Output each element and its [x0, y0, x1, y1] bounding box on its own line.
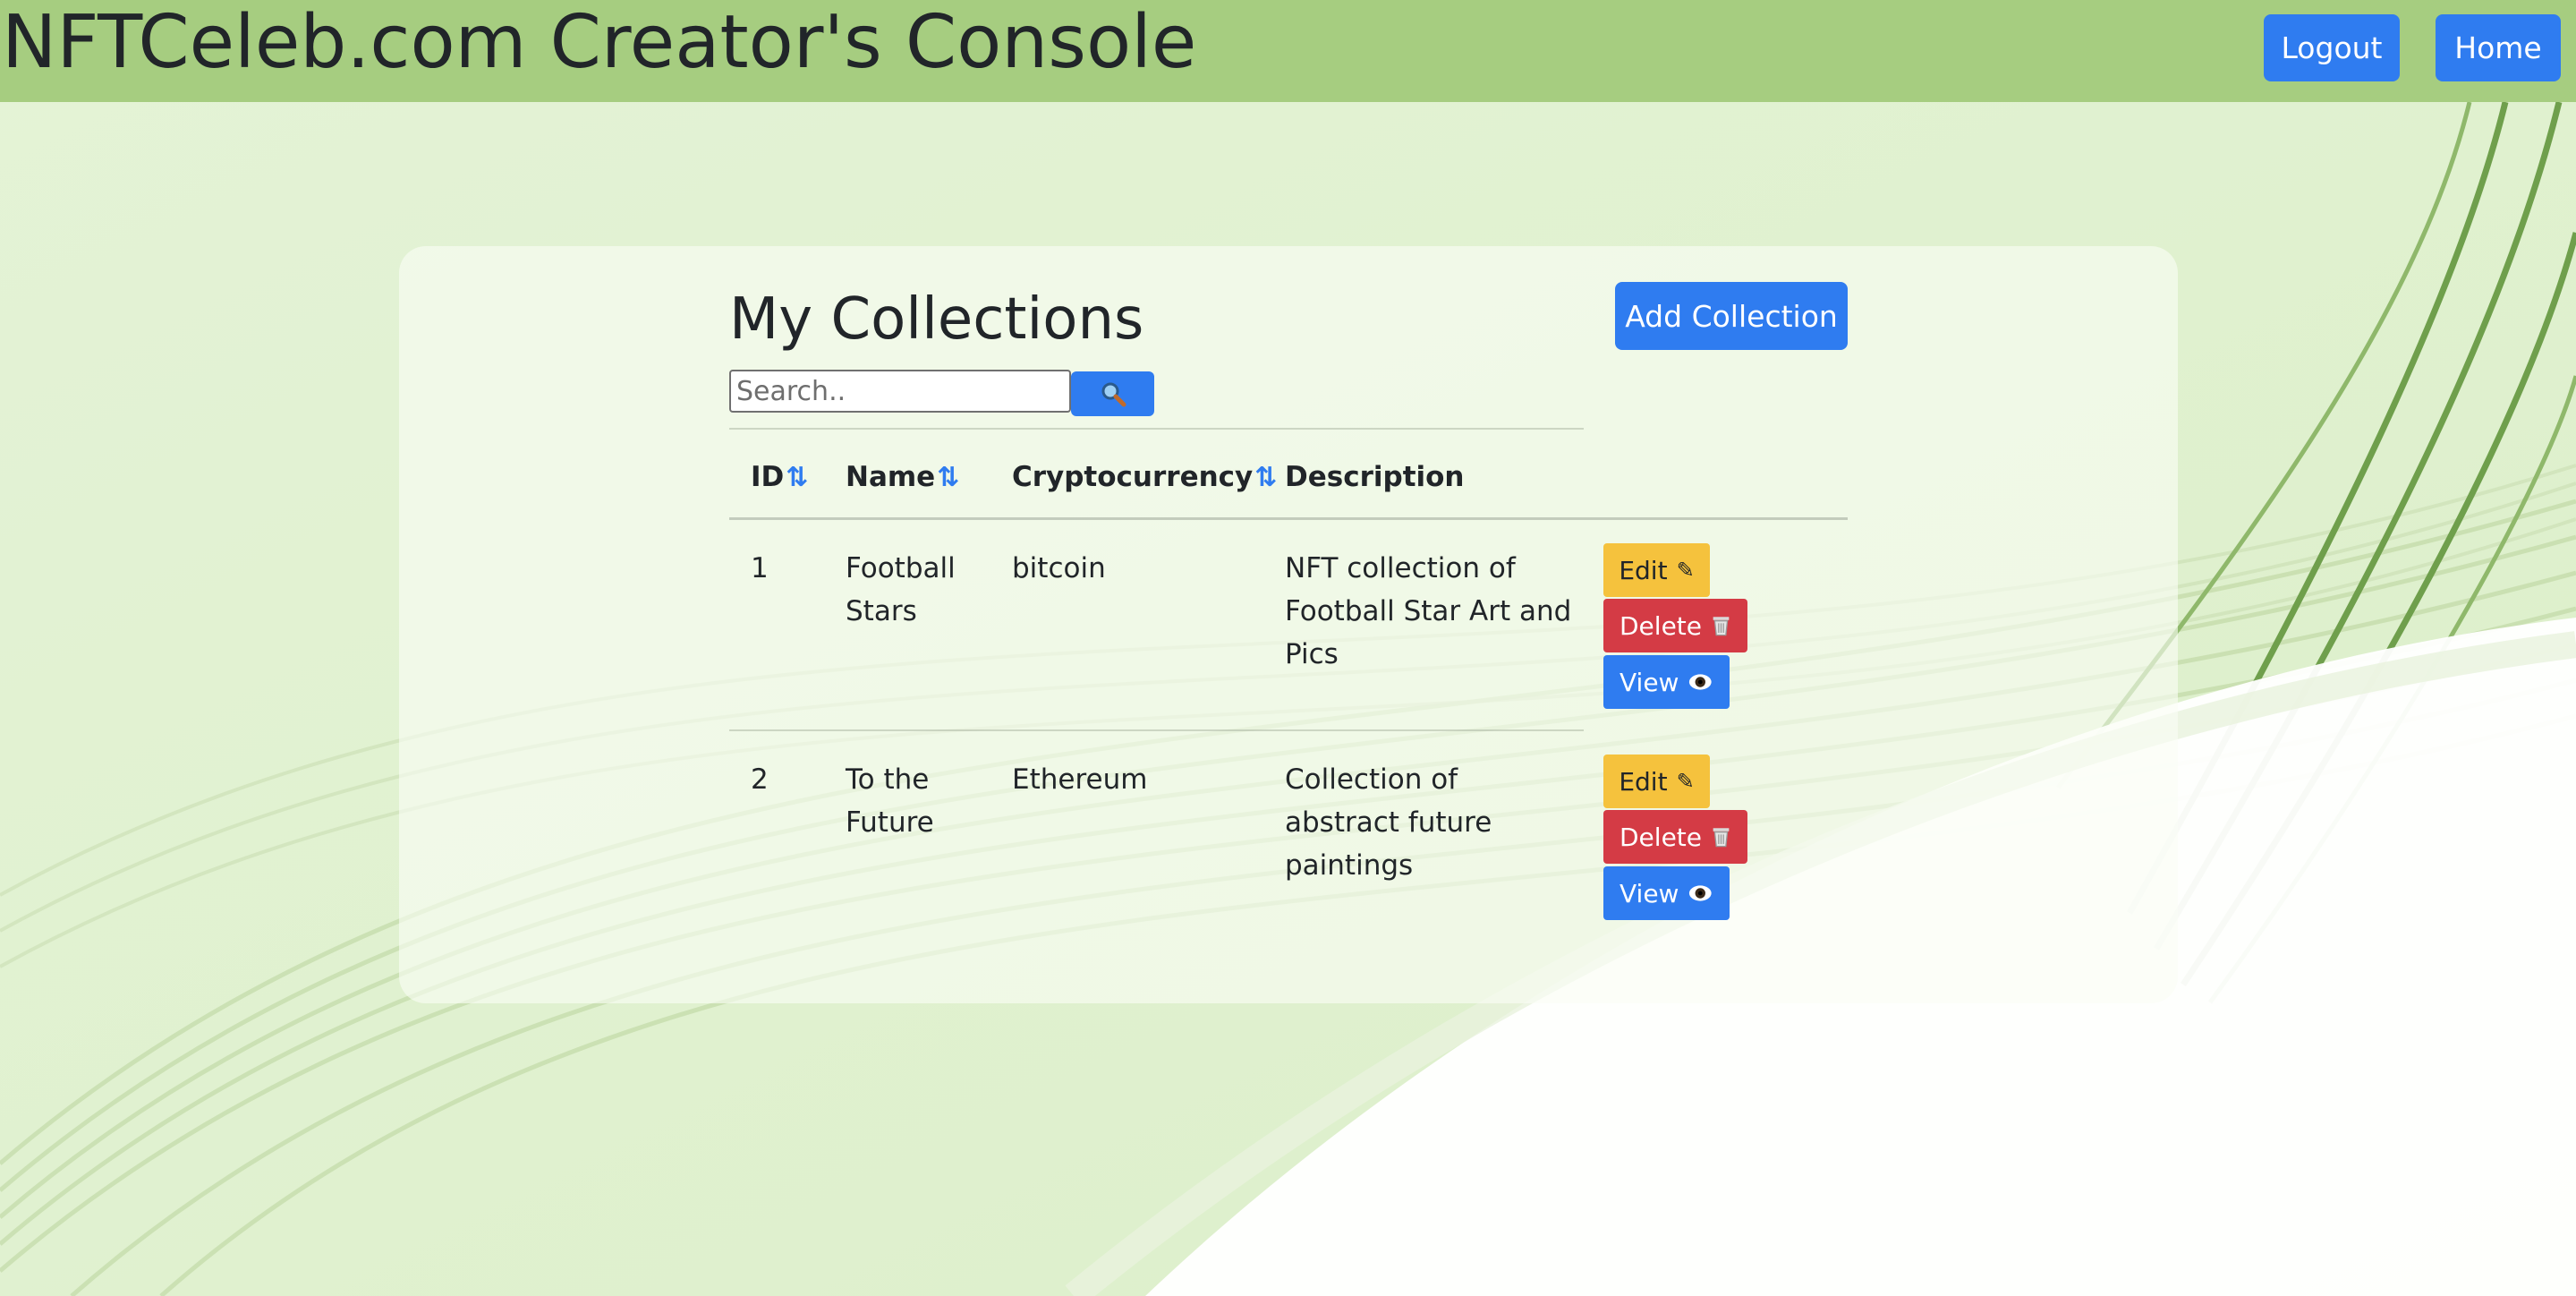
add-collection-button[interactable]: Add Collection	[1615, 282, 1848, 350]
table-row: 2 To the Future Ethereum Collection of a…	[729, 731, 1848, 941]
page-title: My Collections	[729, 286, 1144, 353]
cell-cryptocurrency: Ethereum	[1012, 763, 1148, 796]
edit-button[interactable]: Edit ✎	[1603, 543, 1710, 597]
cell-id: 1	[751, 552, 769, 584]
column-header-name[interactable]: Name⇅	[846, 455, 959, 500]
sort-icon[interactable]: ⇅	[786, 462, 808, 493]
cell-id: 2	[751, 763, 769, 796]
column-header-description: Description	[1285, 461, 1465, 493]
table-top-divider	[729, 428, 1584, 430]
column-header-cryptocurrency[interactable]: Cryptocurrency⇅	[1012, 455, 1277, 500]
delete-button[interactable]: Delete	[1603, 599, 1747, 652]
cell-description: Collection of abstract future paintings	[1285, 763, 1492, 882]
table-row: 1 Football Stars bitcoin NFT collection …	[729, 520, 1848, 729]
eye-icon	[1689, 674, 1713, 690]
view-button[interactable]: View	[1603, 866, 1730, 920]
delete-button[interactable]: Delete	[1603, 810, 1747, 864]
column-header-id[interactable]: ID⇅	[751, 455, 808, 500]
search-icon	[1101, 382, 1126, 407]
sort-icon[interactable]: ⇅	[937, 462, 959, 493]
logout-button[interactable]: Logout	[2264, 14, 2400, 81]
cell-name: To the Future	[846, 763, 934, 839]
search-input[interactable]	[729, 370, 1071, 413]
cell-description: NFT collection of Football Star Art and …	[1285, 552, 1572, 670]
edit-button[interactable]: Edit ✎	[1603, 755, 1710, 808]
trash-icon	[1713, 828, 1730, 848]
eye-icon	[1689, 885, 1713, 901]
pencil-icon: ✎	[1676, 769, 1695, 794]
home-button[interactable]: Home	[2436, 14, 2561, 81]
cell-name: Football Stars	[846, 552, 956, 627]
trash-icon	[1713, 617, 1730, 636]
top-bar: NFTCeleb.com Creator's Console Logout Ho…	[0, 0, 2576, 102]
site-title: NFTCeleb.com Creator's Console	[2, 0, 1197, 85]
search-bar	[729, 366, 1154, 416]
pencil-icon: ✎	[1676, 558, 1695, 583]
view-button[interactable]: View	[1603, 655, 1730, 709]
sort-icon[interactable]: ⇅	[1254, 462, 1277, 493]
cell-cryptocurrency: bitcoin	[1012, 552, 1106, 584]
search-button[interactable]	[1071, 371, 1154, 416]
